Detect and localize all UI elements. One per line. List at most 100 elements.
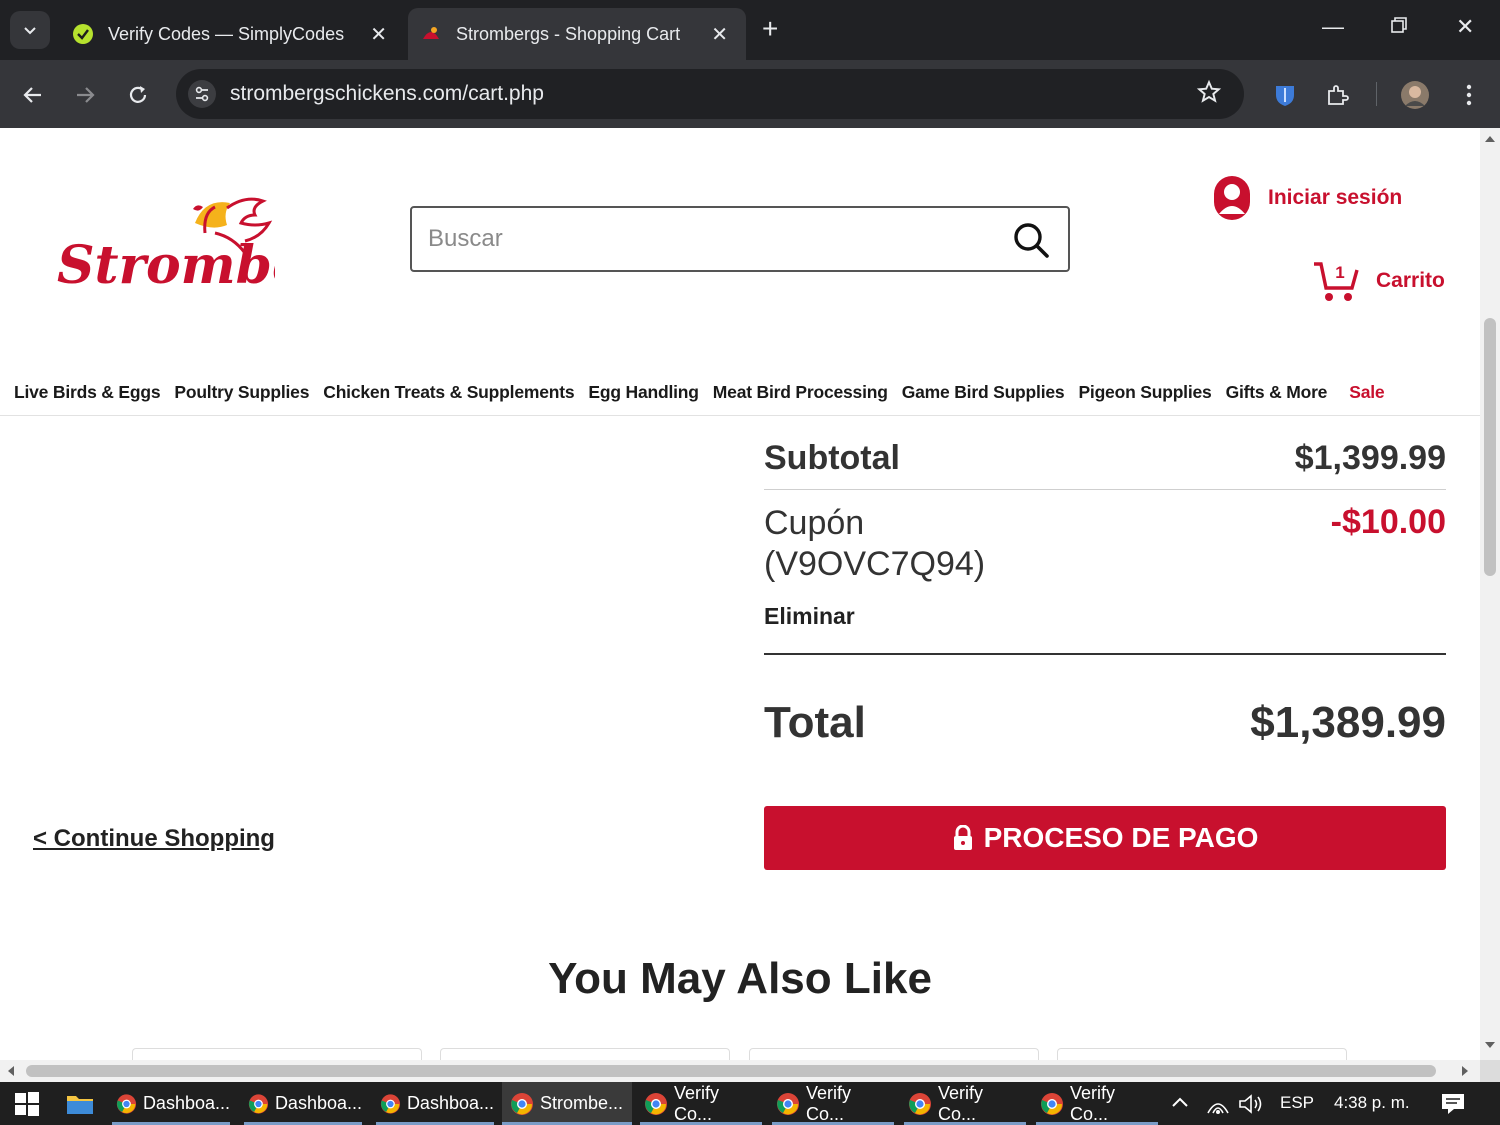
file-explorer-button[interactable]	[66, 1082, 94, 1125]
taskbar-item-dashboard-2[interactable]: Dashboa...	[244, 1082, 362, 1125]
extensions-puzzle-icon[interactable]	[1320, 78, 1354, 112]
coupon-row: Cupón (V9OVC7Q94) -$10.00 Eliminar	[764, 503, 1446, 655]
total-label: Total	[764, 698, 866, 747]
page-content: Strombergs Iniciar sesión 1 Carrito Live…	[0, 128, 1480, 1060]
product-card[interactable]	[132, 1048, 422, 1060]
nav-item-chicken-treats[interactable]: Chicken Treats & Supplements	[323, 382, 574, 403]
product-card[interactable]	[749, 1048, 1039, 1060]
bookmark-star-icon[interactable]	[1196, 79, 1222, 110]
scroll-right-arrow-icon[interactable]	[1460, 1065, 1470, 1077]
windows-logo-icon	[15, 1091, 39, 1116]
cart-icon: 1	[1314, 262, 1359, 301]
category-nav: Live Birds & Eggs Poultry Supplies Chick…	[0, 370, 1480, 416]
reload-icon[interactable]	[121, 78, 155, 112]
address-bar[interactable]: strombergschickens.com/cart.php	[176, 69, 1244, 119]
total-row: Total $1,389.99	[764, 688, 1446, 758]
coupon-value: -$10.00	[1330, 503, 1446, 541]
scroll-left-arrow-icon[interactable]	[6, 1065, 16, 1077]
vertical-scroll-thumb[interactable]	[1484, 318, 1496, 576]
login-link[interactable]: Iniciar sesión	[1212, 174, 1402, 222]
cart-link[interactable]: 1 Carrito	[1312, 258, 1445, 304]
profile-avatar[interactable]	[1398, 78, 1432, 112]
checkout-button[interactable]: PROCESO DE PAGO	[764, 806, 1446, 870]
nav-item-pigeon-supplies[interactable]: Pigeon Supplies	[1078, 382, 1211, 403]
search-box	[410, 206, 1070, 272]
remove-coupon-link[interactable]: Eliminar	[764, 603, 855, 630]
minimize-icon[interactable]: —	[1322, 14, 1344, 40]
volume-icon[interactable]	[1238, 1093, 1264, 1120]
simplycodes-favicon-icon	[72, 23, 94, 45]
clock[interactable]: 4:38 p. m.	[1334, 1093, 1410, 1113]
folder-icon	[67, 1095, 93, 1114]
scroll-down-arrow-icon[interactable]	[1484, 1040, 1496, 1050]
taskbar-item-label: Dashboa...	[274, 1093, 362, 1113]
chrome-icon	[116, 1093, 137, 1114]
recommendations-title: You May Also Like	[548, 954, 932, 1003]
taskbar-item-label: Verify Co...	[1070, 1082, 1116, 1124]
taskbar-item-dashboard-3[interactable]: Dashboa...	[376, 1082, 494, 1125]
chrome-icon	[511, 1092, 533, 1115]
chrome-icon	[248, 1093, 269, 1114]
url-text: strombergschickens.com/cart.php	[230, 82, 544, 105]
nav-item-egg-handling[interactable]: Egg Handling	[588, 382, 699, 403]
restore-icon[interactable]	[1390, 14, 1408, 40]
nav-item-gifts-more[interactable]: Gifts & More	[1226, 382, 1328, 403]
tab-search-button[interactable]	[10, 11, 50, 49]
taskbar-item-label: Verify Co...	[674, 1082, 720, 1124]
subtotal-label: Subtotal	[764, 439, 900, 477]
taskbar-item-dashboard-1[interactable]: Dashboa...	[112, 1082, 230, 1125]
site-settings-icon[interactable]	[188, 80, 216, 108]
continue-shopping-link[interactable]: < Continue Shopping	[33, 825, 275, 853]
tab-verify-codes[interactable]: Verify Codes — SimplyCodes ✕	[60, 8, 405, 60]
scroll-up-arrow-icon[interactable]	[1484, 134, 1496, 144]
close-tab-icon[interactable]: ✕	[370, 22, 387, 47]
chrome-icon	[1041, 1092, 1063, 1115]
scrollbar-corner	[1480, 1060, 1500, 1082]
new-tab-button[interactable]: +	[762, 14, 778, 44]
coupon-label: Cupón (V9OVC7Q94)	[764, 504, 986, 583]
show-hidden-icons-chevron-icon[interactable]	[1170, 1093, 1190, 1118]
forward-icon[interactable]	[68, 78, 102, 112]
nav-item-meat-bird-processing[interactable]: Meat Bird Processing	[713, 382, 888, 403]
search-input[interactable]	[428, 218, 988, 260]
taskbar-item-verify-codes-3[interactable]: Verify Co...	[904, 1082, 1026, 1125]
tab-title: Verify Codes — SimplyCodes	[108, 23, 345, 44]
product-card[interactable]	[1057, 1048, 1347, 1060]
nav-item-live-birds-eggs[interactable]: Live Birds & Eggs	[14, 382, 161, 403]
taskbar-item-verify-codes-2[interactable]: Verify Co...	[772, 1082, 894, 1125]
total-value: $1,389.99	[1250, 698, 1446, 747]
cart-label: Carrito	[1376, 269, 1445, 292]
chrome-icon	[909, 1092, 931, 1115]
product-card[interactable]	[440, 1048, 730, 1060]
subtotal-row: Subtotal $1,399.99	[764, 428, 1446, 490]
browser-tab-bar: Verify Codes — SimplyCodes ✕ Strombergs …	[0, 0, 1500, 60]
bitwarden-extension-icon[interactable]	[1268, 78, 1302, 112]
horizontal-scrollbar[interactable]	[0, 1060, 1480, 1082]
nav-item-game-bird-supplies[interactable]: Game Bird Supplies	[902, 382, 1065, 403]
nav-item-poultry-supplies[interactable]: Poultry Supplies	[174, 382, 309, 403]
chrome-icon	[645, 1092, 667, 1115]
search-icon[interactable]	[1012, 221, 1050, 264]
taskbar-item-label: Verify Co...	[938, 1082, 984, 1124]
nav-item-sale[interactable]: Sale	[1349, 382, 1384, 403]
horizontal-scroll-thumb[interactable]	[26, 1065, 1436, 1077]
vertical-scrollbar[interactable]	[1480, 128, 1500, 1060]
close-tab-icon[interactable]: ✕	[711, 22, 728, 47]
start-button[interactable]	[14, 1082, 40, 1125]
language-indicator[interactable]: ESP	[1280, 1093, 1314, 1113]
lock-icon	[952, 825, 974, 851]
chevron-down-icon	[24, 27, 36, 35]
wifi-icon[interactable]	[1206, 1093, 1230, 1120]
taskbar-item-label: Strombe...	[540, 1093, 624, 1113]
taskbar-item-strombergs[interactable]: Strombe...	[502, 1082, 632, 1125]
taskbar-item-verify-codes-1[interactable]: Verify Co...	[640, 1082, 762, 1125]
notifications-icon[interactable]	[1440, 1091, 1466, 1122]
browser-menu-icon[interactable]	[1452, 78, 1486, 112]
back-icon[interactable]	[16, 78, 50, 112]
tab-strombergs-cart[interactable]: Strombergs - Shopping Cart ✕	[408, 8, 746, 60]
taskbar-item-verify-codes-4[interactable]: Verify Co...	[1036, 1082, 1158, 1125]
close-window-icon[interactable]: ✕	[1456, 14, 1474, 40]
cart-count: 1	[1335, 263, 1344, 282]
taskbar-item-label: Dashboa...	[406, 1093, 494, 1113]
strombergs-logo[interactable]: Strombergs	[55, 193, 398, 308]
